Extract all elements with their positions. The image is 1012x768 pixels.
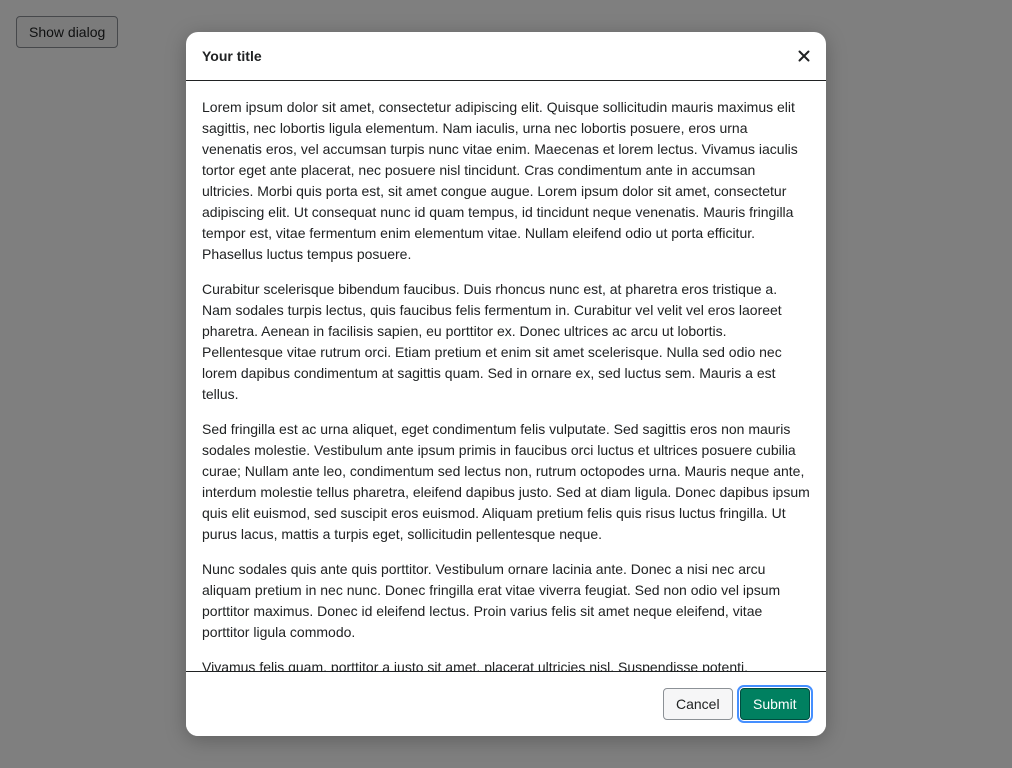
body-paragraph: Vivamus felis quam, porttitor a justo si…	[202, 659, 748, 671]
body-paragraph: Curabitur scelerisque bibendum faucibus.…	[202, 281, 782, 402]
body-paragraph: Sed fringilla est ac urna aliquet, eget …	[202, 421, 810, 542]
dialog-header: Your title	[186, 32, 826, 81]
dialog-title: Your title	[202, 48, 262, 64]
dialog-footer: Cancel Submit	[186, 671, 826, 736]
close-icon	[792, 44, 816, 68]
body-paragraph: Nunc sodales quis ante quis porttitor. V…	[202, 561, 781, 640]
dialog-body[interactable]: Lorem ipsum dolor sit amet, consectetur …	[186, 81, 826, 671]
modal-dialog: Your title Lorem ipsum dolor sit amet, c…	[186, 32, 826, 736]
body-paragraph: Lorem ipsum dolor sit amet, consectetur …	[202, 99, 798, 262]
cancel-button[interactable]: Cancel	[663, 688, 733, 720]
submit-button[interactable]: Submit	[737, 685, 813, 723]
close-button[interactable]	[792, 44, 816, 68]
